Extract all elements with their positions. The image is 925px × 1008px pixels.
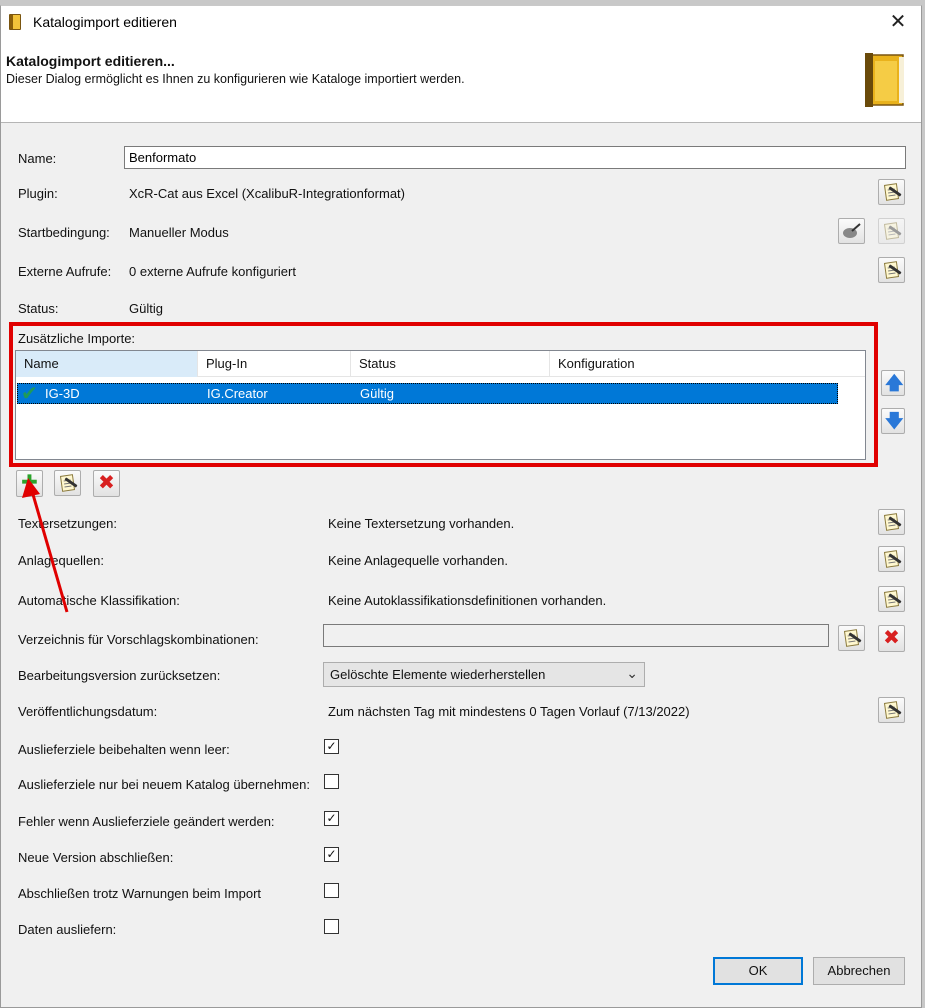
edit-auto-classification-button[interactable]	[878, 586, 905, 612]
keep-targets-checkbox[interactable]: ✓	[324, 739, 339, 754]
check-label-new-catalog-targets: Auslieferziele nur bei neuem Katalog übe…	[18, 777, 310, 792]
name-label: Name:	[18, 151, 57, 166]
add-import-button[interactable]: ✚	[16, 470, 43, 497]
external-calls-value: 0 externe Aufrufe konfiguriert	[129, 264, 296, 279]
start-condition-value: Manueller Modus	[129, 225, 229, 240]
table-row[interactable]: ✔ IG-3D IG.Creator Gültig	[17, 383, 838, 405]
name-input[interactable]	[124, 146, 906, 169]
publish-date-label: Veröffentlichungsdatum:	[18, 704, 158, 719]
text-replacements-value: Keine Textersetzung vorhanden.	[328, 516, 515, 531]
column-header-name[interactable]: Name	[16, 351, 198, 377]
list-header: Name Plug-In Status Konfiguration	[16, 351, 865, 377]
ok-button[interactable]: OK	[713, 957, 803, 985]
edit-plugin-button[interactable]	[878, 179, 905, 205]
column-header-status[interactable]: Status	[351, 351, 550, 377]
delete-icon: ✖	[98, 472, 115, 494]
chevron-down-icon: ⌄	[626, 665, 638, 681]
window-title: Katalogimport editieren	[33, 14, 177, 30]
reset-version-select[interactable]: Gelöschte Elemente wiederherstellen ⌄	[323, 662, 645, 687]
edit-import-button[interactable]	[54, 470, 81, 496]
check-label-finish-despite-warnings: Abschließen trotz Warnungen beim Import	[18, 886, 262, 901]
new-catalog-targets-checkbox[interactable]	[324, 774, 339, 789]
edit-start-button[interactable]	[878, 218, 905, 244]
row-name: IG-3D	[45, 386, 80, 401]
check-label-deliver-data: Daten ausliefern:	[18, 922, 117, 937]
auto-classification-value: Keine Autoklassifikationsdefinitionen vo…	[328, 593, 607, 608]
row-status: Gültig	[360, 386, 394, 401]
check-label-finish-version: Neue Version abschließen:	[18, 850, 174, 865]
edit-text-replacements-button[interactable]	[878, 509, 905, 535]
edit-external-button[interactable]	[878, 257, 905, 283]
start-wizard-button[interactable]	[838, 218, 865, 244]
attachment-sources-label: Anlagequellen:	[18, 553, 105, 568]
column-header-plugin[interactable]: Plug-In	[198, 351, 351, 377]
dialog-header: Katalogimport editieren... Dieser Dialog…	[1, 38, 921, 123]
reset-version-value: Gelöschte Elemente wiederherstellen	[330, 667, 546, 682]
title-bar: Katalogimport editieren ✕	[1, 6, 921, 38]
column-header-config[interactable]: Konfiguration	[550, 351, 750, 377]
edit-attachment-sources-button[interactable]	[878, 546, 905, 572]
check-label-error-on-change: Fehler wenn Auslieferziele geändert werd…	[18, 814, 275, 829]
book-icon	[865, 53, 904, 107]
auto-classification-label: Automatische Klassifikation:	[18, 593, 180, 608]
start-condition-label: Startbedingung:	[18, 225, 110, 240]
suggestion-directory-input[interactable]	[323, 624, 829, 647]
header-subtitle: Dieser Dialog ermöglicht es Ihnen zu kon…	[6, 72, 465, 86]
suggestion-directory-label: Verzeichnis für Vorschlagskombinationen:	[18, 632, 259, 647]
deliver-data-checkbox[interactable]	[324, 919, 339, 934]
header-title: Katalogimport editieren...	[6, 53, 175, 69]
publish-date-value: Zum nächsten Tag mit mindestens 0 Tagen …	[328, 704, 690, 719]
cancel-button[interactable]: Abbrechen	[813, 957, 905, 985]
arrow-up-icon: 🡅	[885, 373, 904, 393]
move-down-button[interactable]: 🡇	[881, 408, 905, 434]
reset-version-label: Bearbeitungsversion zurücksetzen:	[18, 668, 221, 683]
finish-despite-warnings-checkbox[interactable]	[324, 883, 339, 898]
plugin-value: XcR-Cat aus Excel (XcalibuR-Integrationf…	[129, 186, 405, 201]
catalog-icon	[9, 14, 21, 30]
finish-version-checkbox[interactable]: ✓	[324, 847, 339, 862]
status-label: Status:	[18, 301, 59, 316]
error-on-change-checkbox[interactable]: ✓	[324, 811, 339, 826]
external-calls-label: Externe Aufrufe:	[18, 264, 112, 279]
clear-directory-button[interactable]: ✖	[878, 625, 905, 652]
wand-icon	[843, 223, 861, 238]
plugin-label: Plugin:	[18, 186, 58, 201]
text-replacements-label: Textersetzungen:	[18, 516, 118, 531]
status-value: Gültig	[129, 301, 163, 316]
delete-import-button[interactable]: ✖	[93, 470, 120, 497]
check-label-keep-targets: Auslieferziele beibehalten wenn leer:	[18, 742, 230, 757]
close-button[interactable]: ✕	[875, 6, 921, 38]
additional-imports-label: Zusätzliche Importe:	[18, 331, 136, 346]
edit-directory-button[interactable]	[838, 625, 865, 651]
check-icon: ✔	[21, 383, 38, 405]
attachment-sources-value: Keine Anlagequelle vorhanden.	[328, 553, 508, 568]
plus-icon: ✚	[21, 472, 38, 494]
edit-publish-date-button[interactable]	[878, 697, 905, 723]
imports-list[interactable]: Name Plug-In Status Konfiguration ✔ IG-3…	[15, 350, 866, 460]
delete-icon: ✖	[883, 627, 900, 649]
move-up-button[interactable]: 🡅	[881, 370, 905, 396]
dialog-window: Katalogimport editieren ✕ Katalogimport …	[0, 5, 922, 1008]
row-plugin: IG.Creator	[207, 386, 268, 401]
arrow-down-icon: 🡇	[885, 411, 904, 431]
